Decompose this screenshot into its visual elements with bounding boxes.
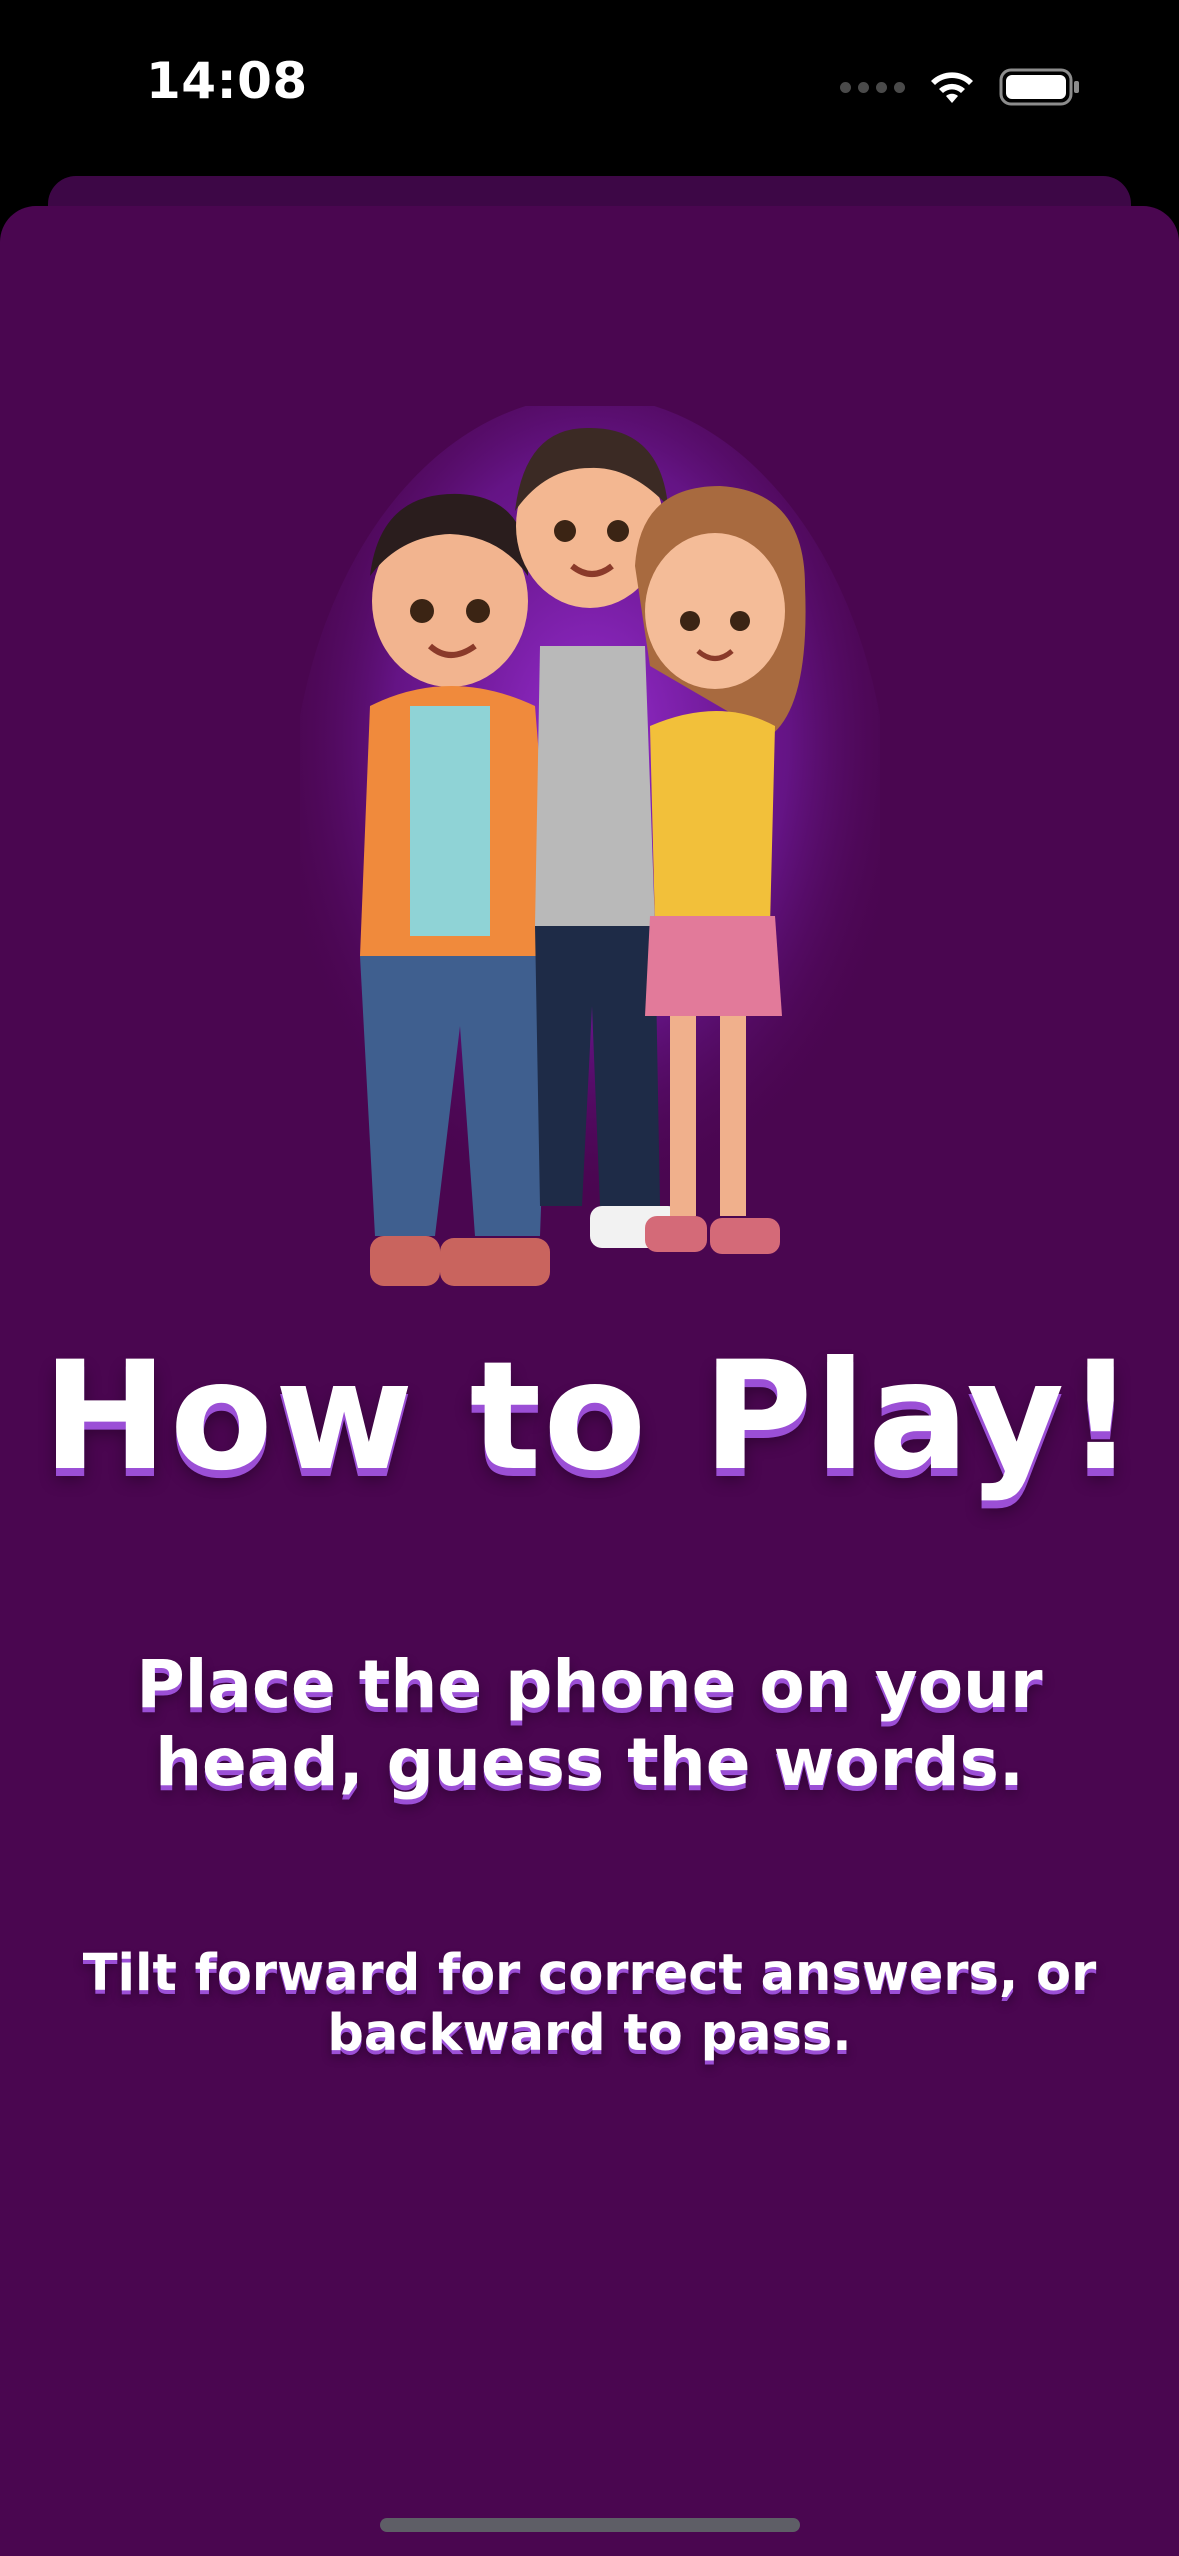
status-bar: 14:08 xyxy=(0,0,1179,175)
status-icons xyxy=(840,62,1081,112)
how-to-play-sheet: How to Play! Place the phone on your hea… xyxy=(0,206,1179,2556)
battery-icon xyxy=(999,68,1079,106)
three-kids-hugging-illustration xyxy=(290,396,890,1436)
home-indicator[interactable] xyxy=(380,2518,800,2532)
wifi-icon xyxy=(931,72,973,103)
page-title: How to Play! xyxy=(42,1330,1137,1504)
screen: 14:08 How to Play! Place the phone on yo… xyxy=(0,0,1179,2556)
status-time: 14:08 xyxy=(146,52,308,110)
instruction-place-phone: Place the phone on your head, guess the … xyxy=(136,1646,1043,1801)
instruction-tilt: Tilt forward for correct answers, or bac… xyxy=(82,1944,1097,2063)
signal-dots-icon xyxy=(840,81,905,93)
